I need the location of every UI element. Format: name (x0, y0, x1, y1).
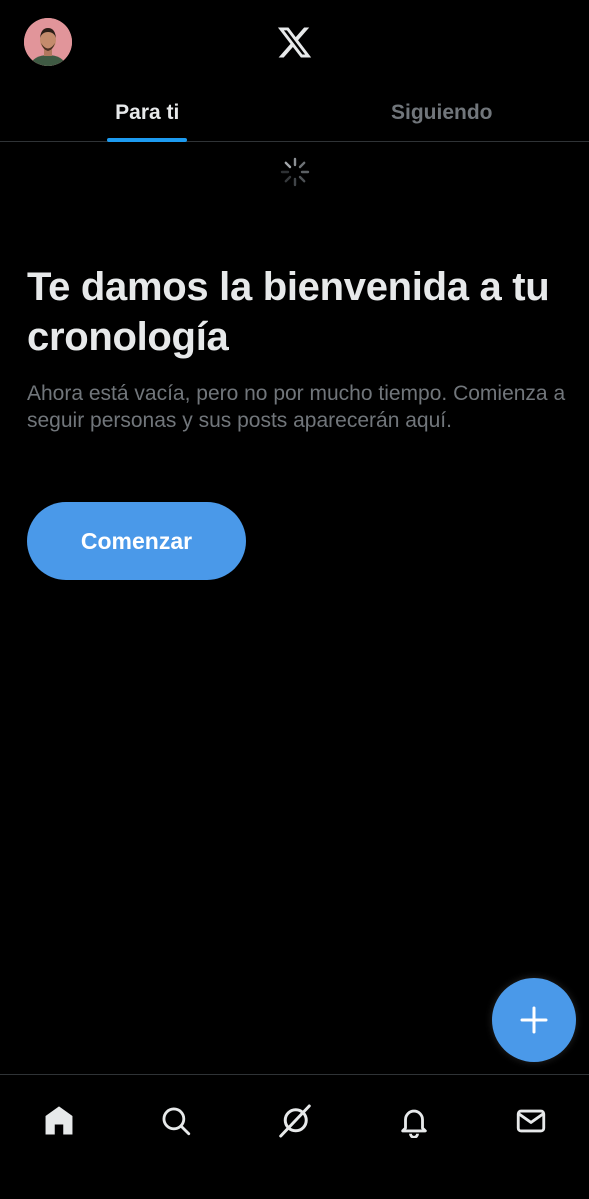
timeline-tabs: Para ti Siguiendo (0, 84, 589, 142)
avatar-image (24, 18, 72, 66)
nav-messages[interactable] (503, 1093, 559, 1149)
bottom-navigation (0, 1074, 589, 1199)
tab-label: Siguiendo (391, 101, 493, 124)
profile-avatar[interactable] (24, 18, 72, 66)
empty-title: Te damos la bienvenida a tu cronología (27, 265, 550, 359)
nav-search[interactable] (148, 1093, 204, 1149)
tab-label: Para ti (115, 101, 180, 124)
app-root: Para ti Siguiendo Te damos la bienvenida… (0, 0, 589, 1199)
plus-icon (520, 1006, 548, 1034)
tab-para-ti[interactable]: Para ti (0, 84, 295, 142)
x-logo-icon (277, 27, 312, 58)
nav-notifications[interactable] (386, 1093, 442, 1149)
tab-siguiendo[interactable]: Siguiendo (295, 84, 589, 142)
search-icon (162, 1107, 191, 1136)
empty-description: Ahora está vacía, pero no por mucho tiem… (27, 382, 566, 432)
active-tab-indicator (107, 138, 188, 142)
loading-spinner-icon (280, 157, 310, 187)
nav-home[interactable] (31, 1093, 87, 1149)
grok-icon (279, 1104, 311, 1138)
nav-grok[interactable] (267, 1093, 323, 1149)
mail-icon (516, 1109, 546, 1133)
empty-timeline: Te damos la bienvenida a tu cronología A… (27, 262, 567, 434)
top-header: Para ti Siguiendo (0, 0, 589, 142)
comenzar-button[interactable]: Comenzar (27, 502, 246, 580)
home-icon (45, 1106, 73, 1135)
compose-post-button[interactable] (492, 978, 576, 1062)
bell-icon (401, 1109, 427, 1138)
